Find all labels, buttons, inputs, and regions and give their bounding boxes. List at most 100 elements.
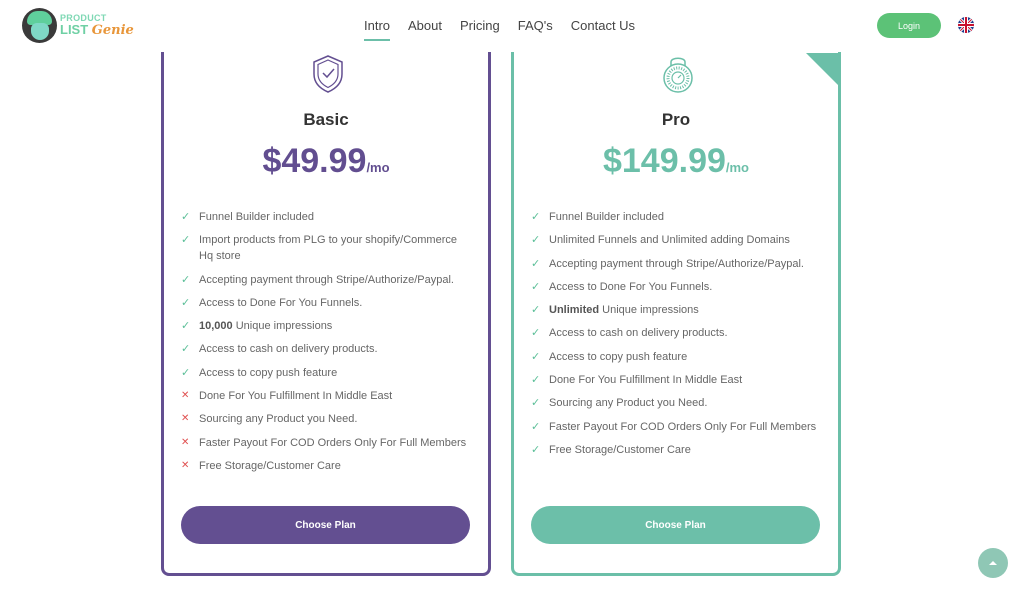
check-icon: ✓ [181,343,191,356]
feature-label: Accepting payment through Stripe/Authori… [549,257,804,270]
feature-item: ✓ Unlimited Unique impressions [531,302,821,318]
main-nav: Intro About Pricing FAQ's Contact Us [364,18,653,41]
feature-item: ✓ Funnel Builder included [531,209,821,225]
check-icon: ✓ [181,320,191,333]
feature-label: Free Storage/Customer Care [549,443,691,456]
login-button[interactable]: Login [877,13,941,38]
feature-item: ✕ Done For You Fulfillment In Middle East [181,388,471,404]
genie-logo-icon [22,8,57,43]
feature-item: ✓ Access to Done For You Funnels. [531,279,821,295]
check-icon: ✓ [531,304,541,317]
check-icon: ✓ [531,420,541,433]
check-icon: ✓ [531,234,541,247]
plan-price: $149.99/mo [514,142,838,181]
plan-name: Basic [303,110,349,129]
feature-text: Access to copy push feature [549,349,687,365]
feature-label: Access to cash on delivery products. [549,327,728,340]
feature-item: ✓ Unlimited Funnels and Unlimited adding … [531,232,821,248]
nav-faqs[interactable]: FAQ's [518,18,553,41]
feature-text: Free Storage/Customer Care [549,442,691,458]
feature-text: Faster Payout For COD Orders Only For Fu… [549,419,816,435]
check-icon: ✓ [531,327,541,340]
feature-text: Free Storage/Customer Care [199,458,341,474]
nav-contact-us[interactable]: Contact Us [571,18,635,41]
feature-text: Funnel Builder included [549,209,664,225]
plan-card-basic: Basic $49.99/mo ✓ Funnel Builder included… [161,20,491,576]
feature-item: ✓ Access to copy push feature [531,349,821,365]
feature-label: Access to copy push feature [199,366,338,379]
feature-item: ✓ Accepting payment through Stripe/Author… [181,272,471,288]
feature-text: Access to Done For You Funnels. [199,295,362,311]
nav-intro[interactable]: Intro [364,18,391,41]
check-icon: ✓ [531,374,541,387]
logo-text: PRODUCT LIST Genie [60,14,134,38]
feature-item: ✓ Done For You Fulfillment In Middle East [531,372,821,388]
feature-item: ✓ Faster Payout For COD Orders Only For F… [531,419,821,435]
feature-list: ✓ Funnel Builder included ✓ Import products… [181,209,471,481]
feature-list: ✓ Funnel Builder included ✓ Unlimited Funne… [531,209,821,465]
top-navbar: PRODUCT LIST Genie Intro About Pricing F… [0,0,1024,52]
feature-label: Faster Payout For COD Orders Only For Fu… [199,436,467,449]
feature-label: Import products from PLG to your shopify… [199,234,457,263]
check-icon: ✓ [181,211,191,223]
feature-text: Unlimited Funnels and Unlimited adding D… [549,232,790,248]
feature-label: Accepting payment through Stripe/Authori… [199,273,454,286]
feature-item: ✓ 10,000 Unique impressions [181,318,471,334]
check-icon: ✓ [531,397,541,410]
check-icon: ✓ [181,234,191,247]
check-icon: ✓ [531,280,541,293]
corner-ribbon [806,53,838,87]
feature-text: Funnel Builder included [199,209,314,225]
check-icon: ✓ [181,273,191,286]
cross-icon: ✕ [181,390,190,402]
price-period: /mo [366,160,390,175]
check-icon: ✓ [531,257,541,270]
feature-item: ✓ Sourcing any Product you Need. [531,395,821,411]
feature-item: ✓ Access to cash on delivery products. [531,325,821,341]
shield-check-icon [313,55,343,93]
check-icon: ✓ [531,443,541,456]
choose-plan-pro-button[interactable]: Choose Plan [531,506,820,544]
plan-price: $49.99/mo [164,142,488,181]
price-period: /mo [725,160,750,175]
feature-text: Sourcing any Product you Need. [199,411,357,427]
feature-text: Done For You Fulfillment In Middle East [549,372,742,388]
logo[interactable]: PRODUCT LIST Genie [22,8,134,43]
feature-label: Unlimited Funnels and Unlimited adding D… [549,234,790,247]
feature-label: Funnel Builder included [549,211,664,223]
feature-highlight: 10,000 [199,320,233,333]
nav-pricing[interactable]: Pricing [460,18,500,41]
feature-item: ✕ Faster Payout For COD Orders Only For F… [181,435,471,451]
plan-name: Pro [661,110,691,129]
feature-label: Unique impressions [599,304,699,317]
logo-list: LIST [60,22,89,37]
logo-line2: LIST Genie [60,23,134,37]
feature-label: Sourcing any Product you Need. [549,397,708,410]
nav-about[interactable]: About [408,18,442,41]
choose-plan-basic-button[interactable]: Choose Plan [181,506,470,544]
feature-label: Free Storage/Customer Care [199,459,341,472]
feature-label: Access to copy push feature [549,350,688,363]
price-amount: $149.99 [602,142,726,180]
check-icon: ✓ [181,366,191,379]
scroll-to-top-button[interactable] [978,548,1008,578]
cross-icon: ✕ [181,459,190,471]
feature-text: Unlimited Unique impressions [549,302,699,318]
check-icon: ✓ [531,211,541,223]
feature-text: Sourcing any Product you Need. [549,395,707,411]
price-amount: $49.99 [262,142,367,180]
feature-text: Access to Done For You Funnels. [549,279,712,295]
feature-text: 10,000 Unique impressions [199,318,332,334]
feature-text: Access to copy push feature [199,365,337,381]
feature-highlight: Unlimited [549,304,600,317]
uk-flag-icon[interactable] [958,17,974,33]
feature-text: Accepting payment through Stripe/Authori… [549,256,804,272]
feature-text: Done For You Fulfillment In Middle East [199,388,392,404]
cross-icon: ✕ [181,436,190,448]
feature-item: ✓ Funnel Builder included [181,209,471,225]
feature-item: ✓ Import products from PLG to your shopif… [181,232,471,264]
feature-text: Access to cash on delivery products. [199,341,378,357]
feature-text: Faster Payout For COD Orders Only For Fu… [199,435,466,451]
feature-item: ✓ Access to cash on delivery products. [181,341,471,357]
feature-item: ✓ Free Storage/Customer Care [531,442,821,458]
